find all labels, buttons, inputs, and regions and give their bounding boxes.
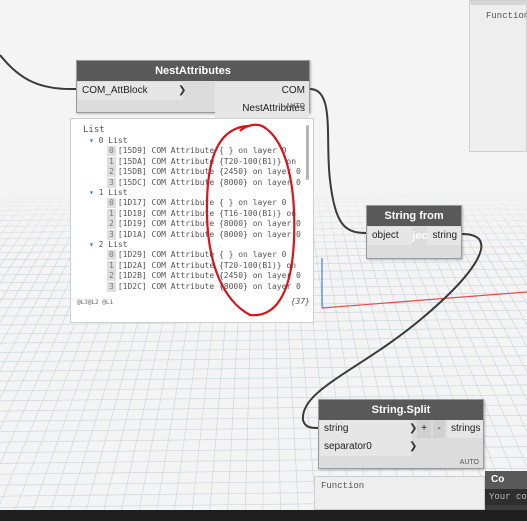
status-bar	[0, 510, 527, 521]
annotation-circle	[205, 123, 296, 317]
graph-canvas[interactable]: Function List ▾ 0 List 0 [15D9] COM Attrib…	[0, 0, 527, 521]
